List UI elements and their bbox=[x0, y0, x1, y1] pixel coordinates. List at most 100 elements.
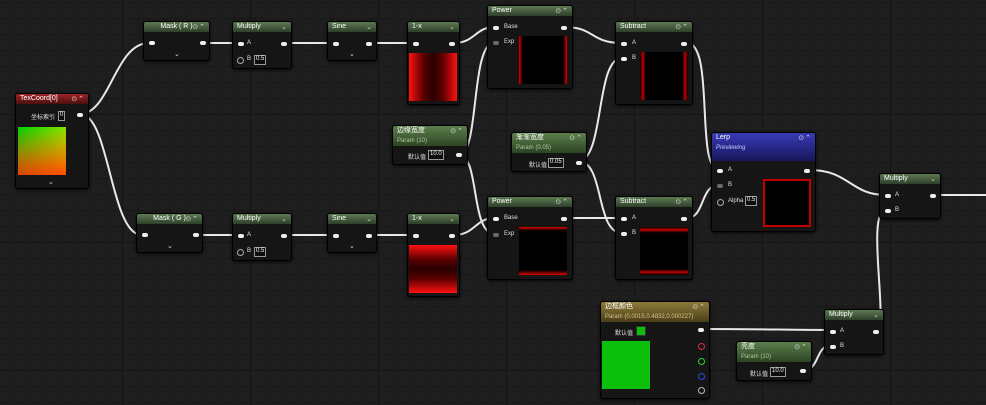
chevron-down-icon[interactable]: ⌄ bbox=[349, 242, 355, 250]
chevron-down-icon[interactable]: ⌄ bbox=[349, 50, 355, 58]
node-header-icons[interactable]: ⊙⌃ bbox=[569, 134, 583, 144]
node-multiply-mid[interactable]: Multiply ⌄ A B bbox=[824, 309, 884, 355]
input-pin-base[interactable] bbox=[493, 217, 499, 221]
node-header-icons[interactable]: ⊙⌃ bbox=[692, 303, 706, 313]
color-swatch[interactable] bbox=[636, 326, 646, 336]
input-pin-b[interactable] bbox=[621, 232, 627, 236]
node-mask-r[interactable]: Mask ( R ) ⊙⌃ ⌄ bbox=[143, 21, 210, 61]
alpha-value-input[interactable]: 0.5 bbox=[745, 196, 758, 206]
node-mask-g[interactable]: Mask ( G ) ⊙⌃ ⌄ bbox=[136, 213, 203, 253]
node-header-icons[interactable]: ⊙⌃ bbox=[555, 7, 569, 16]
node-header-icons[interactable]: ⊙⌃ bbox=[794, 343, 808, 353]
output-pin[interactable] bbox=[366, 234, 372, 238]
input-pin-b[interactable] bbox=[717, 184, 723, 188]
output-pin-g[interactable] bbox=[698, 358, 705, 365]
output-pin[interactable] bbox=[561, 217, 567, 221]
output-pin[interactable] bbox=[281, 42, 287, 46]
input-pin[interactable] bbox=[413, 234, 419, 238]
input-pin-a[interactable] bbox=[885, 194, 891, 198]
output-pin[interactable] bbox=[681, 217, 687, 221]
node-header-icons[interactable]: ⊙⌃ bbox=[450, 127, 464, 137]
chevron-down-icon[interactable]: ⌄ bbox=[366, 215, 373, 224]
output-pin[interactable] bbox=[449, 42, 455, 46]
output-pin[interactable] bbox=[804, 169, 810, 173]
node-power-bottom[interactable]: Power ⊙⌃ Base Exp bbox=[487, 196, 573, 280]
chevron-down-icon[interactable]: ⌄ bbox=[366, 23, 373, 32]
node-header-icons[interactable]: ⊙⌃ bbox=[71, 95, 85, 104]
node-one-minus-bottom[interactable]: 1-x ⌄ bbox=[407, 213, 460, 297]
node-one-minus-top[interactable]: 1-x ⌄ bbox=[407, 21, 460, 105]
output-pin-rgb[interactable] bbox=[698, 328, 704, 332]
node-header-icons[interactable]: ⊙⌃ bbox=[555, 198, 569, 207]
input-pin[interactable] bbox=[413, 42, 419, 46]
node-power-top[interactable]: Power ⊙⌃ Base Exp bbox=[487, 5, 573, 89]
output-pin-r[interactable] bbox=[698, 343, 705, 350]
input-pin-a[interactable] bbox=[238, 234, 244, 238]
chevron-down-icon[interactable]: ⌄ bbox=[174, 50, 180, 58]
chevron-down-icon[interactable]: ⌄ bbox=[48, 178, 54, 186]
chevron-down-icon[interactable]: ⌄ bbox=[930, 175, 937, 184]
output-pin-b[interactable] bbox=[698, 373, 705, 380]
node-sine-top[interactable]: Sine ⌄ ⌄ bbox=[327, 21, 377, 61]
pin-b-value[interactable]: 0.5 bbox=[254, 55, 267, 65]
output-pin[interactable] bbox=[576, 161, 582, 165]
default-value-input[interactable]: 10.0 bbox=[428, 150, 444, 160]
coordinate-index-value[interactable]: 0 bbox=[58, 111, 66, 121]
input-pin[interactable] bbox=[149, 41, 155, 45]
node-subtract-top[interactable]: Subtract ⊙⌃ A B bbox=[615, 21, 693, 105]
chevron-down-icon[interactable]: ⌄ bbox=[873, 311, 880, 320]
chevron-down-icon[interactable]: ⌄ bbox=[167, 242, 173, 250]
output-pin[interactable] bbox=[281, 234, 287, 238]
node-brightness-param[interactable]: 亮度 ⊙⌃ Param (10) 默认值 10.0 bbox=[736, 341, 812, 381]
input-pin-b[interactable] bbox=[885, 209, 891, 213]
node-header-icons[interactable]: ⊙⌃ bbox=[798, 134, 812, 144]
node-sine-bottom[interactable]: Sine ⌄ ⌄ bbox=[327, 213, 377, 253]
node-header-icons[interactable]: ⊙⌃ bbox=[185, 215, 199, 224]
input-pin-b[interactable] bbox=[237, 249, 244, 256]
chevron-down-icon[interactable]: ⌄ bbox=[449, 215, 456, 224]
output-pin[interactable] bbox=[449, 234, 455, 238]
node-header-icons[interactable]: ⊙⌃ bbox=[192, 23, 206, 32]
input-pin[interactable] bbox=[333, 42, 339, 46]
node-lerp[interactable]: Lerp ⊙⌃ Previewing A B Alpha 0.5 bbox=[711, 132, 816, 232]
output-pin[interactable] bbox=[561, 26, 567, 30]
input-pin-b[interactable] bbox=[830, 345, 836, 349]
node-header-icons[interactable]: ⊙⌃ bbox=[675, 198, 689, 207]
node-texcoord[interactable]: TexCoord[0] ⊙⌃ 坐标索引 0 ⌄ bbox=[15, 93, 89, 189]
input-pin-a[interactable] bbox=[717, 169, 723, 173]
node-edge-color-param[interactable]: 边框颜色 ⊙⌃ Param (0.0015,0.4832,0.000227) 默认值 bbox=[600, 301, 710, 399]
input-pin-alpha[interactable] bbox=[717, 199, 724, 206]
output-pin-a[interactable] bbox=[698, 387, 705, 394]
pin-b-value[interactable]: 0.5 bbox=[254, 247, 267, 257]
input-pin[interactable] bbox=[142, 233, 148, 237]
input-pin-exp[interactable] bbox=[493, 41, 499, 45]
default-value-input[interactable]: 10.0 bbox=[770, 367, 786, 377]
input-pin[interactable] bbox=[333, 234, 339, 238]
output-pin[interactable] bbox=[193, 233, 199, 237]
output-pin[interactable] bbox=[77, 113, 83, 117]
input-pin-a[interactable] bbox=[621, 42, 627, 46]
chevron-down-icon[interactable]: ⌄ bbox=[449, 23, 456, 32]
output-pin[interactable] bbox=[366, 42, 372, 46]
node-subtract-bottom[interactable]: Subtract ⊙⌃ A B bbox=[615, 196, 693, 280]
default-value-input[interactable]: 0.05 bbox=[548, 158, 564, 168]
output-pin[interactable] bbox=[800, 369, 806, 373]
node-edge-width-param[interactable]: 边缘宽度 ⊙⌃ Param (10) 默认值 10.0 bbox=[392, 125, 468, 165]
node-multiply-top[interactable]: Multiply ⌄ A B 0.5 bbox=[232, 21, 292, 69]
input-pin-a[interactable] bbox=[238, 42, 244, 46]
output-pin[interactable] bbox=[873, 330, 879, 334]
node-multiply-bottom[interactable]: Multiply ⌄ A B 0.5 bbox=[232, 213, 292, 261]
output-pin[interactable] bbox=[456, 153, 462, 157]
input-pin-b[interactable] bbox=[237, 57, 244, 64]
chevron-down-icon[interactable]: ⌄ bbox=[281, 215, 288, 224]
chevron-down-icon[interactable]: ⌄ bbox=[281, 23, 288, 32]
input-pin-b[interactable] bbox=[621, 57, 627, 61]
input-pin-a[interactable] bbox=[830, 330, 836, 334]
node-header-icons[interactable]: ⊙⌃ bbox=[675, 23, 689, 32]
input-pin-base[interactable] bbox=[493, 26, 499, 30]
input-pin-a[interactable] bbox=[621, 217, 627, 221]
node-multiply-right[interactable]: Multiply ⌄ A B bbox=[879, 173, 941, 219]
output-pin[interactable] bbox=[930, 194, 936, 198]
output-pin[interactable] bbox=[681, 42, 687, 46]
output-pin[interactable] bbox=[200, 41, 206, 45]
